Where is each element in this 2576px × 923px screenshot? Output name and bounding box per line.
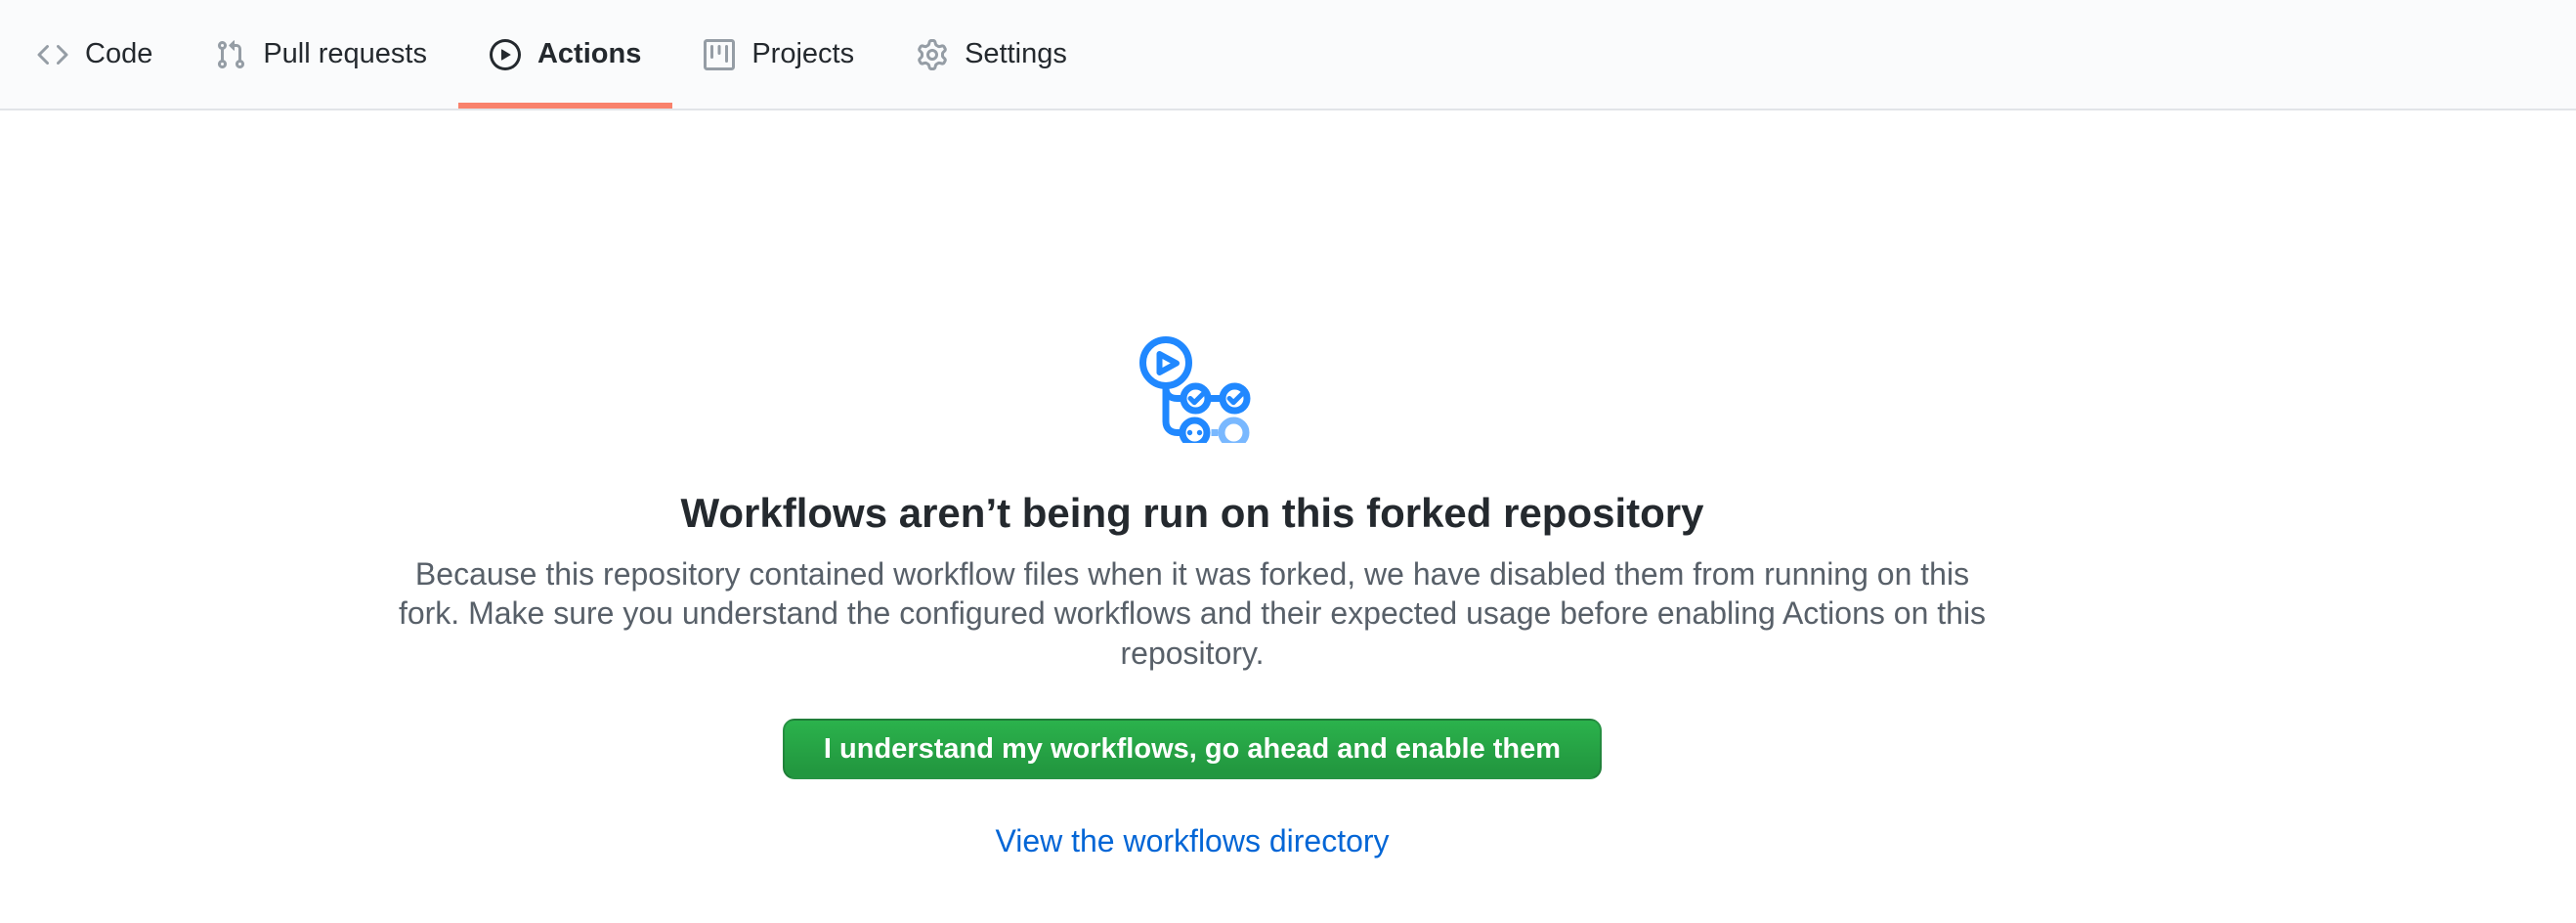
view-workflows-directory-link[interactable]: View the workflows directory xyxy=(995,823,1389,859)
play-icon xyxy=(490,39,521,70)
tab-projects[interactable]: Projects xyxy=(672,0,885,109)
actions-workflow-icon xyxy=(1130,324,1255,443)
code-icon xyxy=(37,39,68,70)
enable-workflows-button[interactable]: I understand my workflows, go ahead and … xyxy=(783,719,1602,779)
gear-icon xyxy=(917,39,948,70)
tab-settings[interactable]: Settings xyxy=(885,0,1098,109)
tab-actions[interactable]: Actions xyxy=(458,0,672,109)
project-icon xyxy=(704,39,735,70)
tab-pull-requests-label: Pull requests xyxy=(263,40,427,68)
tab-settings-label: Settings xyxy=(965,40,1067,68)
tab-code[interactable]: Code xyxy=(6,0,184,109)
tab-pull-requests[interactable]: Pull requests xyxy=(184,0,458,109)
tab-actions-label: Actions xyxy=(537,40,641,68)
tab-projects-label: Projects xyxy=(751,40,854,68)
repo-tab-bar: Code Pull requests Actions Projects Sett… xyxy=(0,0,2576,110)
tab-code-label: Code xyxy=(85,40,152,68)
blankslate-description: Because this repository contained workfl… xyxy=(381,554,2003,675)
actions-blankslate: Workflows aren’t being run on this forke… xyxy=(0,110,2384,859)
git-pull-request-icon xyxy=(215,39,246,70)
blankslate-heading: Workflows aren’t being run on this forke… xyxy=(680,488,1703,540)
